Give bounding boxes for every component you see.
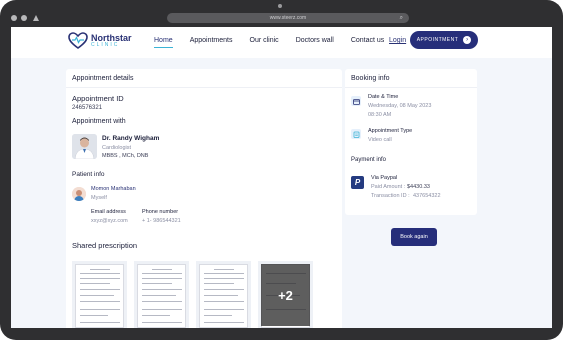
window-control-icon[interactable] bbox=[11, 15, 17, 21]
prescription-thumbnail[interactable] bbox=[134, 261, 189, 328]
phone-label: Phone number bbox=[142, 209, 179, 215]
phone-value: + 1- 986544321 bbox=[142, 218, 181, 224]
address-bar-text: www.steerz.com bbox=[269, 15, 307, 21]
paid-amount-label: Paid Amount : bbox=[371, 184, 406, 190]
brand-tagline: CLINIC bbox=[91, 42, 120, 48]
doctor-name: Dr. Randy Wigham bbox=[102, 135, 160, 142]
nav-links: Home Appointments Our clinic Doctors wal… bbox=[154, 37, 401, 48]
appointment-button-label: APPOINTMENT bbox=[416, 37, 459, 43]
patient-avatar bbox=[72, 187, 86, 201]
heart-stethoscope-icon bbox=[68, 32, 88, 49]
clipboard-icon bbox=[351, 129, 361, 139]
search-icon[interactable]: ⌕ bbox=[400, 13, 403, 23]
nav-link-doctors-wall[interactable]: Doctors wall bbox=[296, 37, 334, 48]
appointment-details-title: Appointment details bbox=[66, 69, 342, 88]
calendar-icon bbox=[351, 96, 361, 106]
email-label: Email address bbox=[91, 209, 126, 215]
doctor-avatar bbox=[72, 134, 97, 159]
nav-link-appointments[interactable]: Appointments bbox=[190, 37, 233, 48]
appointment-type-value: Video call bbox=[368, 137, 392, 143]
brand-logo[interactable]: Northstar CLINIC bbox=[68, 32, 132, 50]
doctor-degrees: MBBS , MCh, DNB bbox=[102, 153, 149, 159]
login-link[interactable]: Login bbox=[389, 37, 406, 44]
prescription-document-icon bbox=[75, 264, 124, 328]
arrow-right-icon: › bbox=[463, 36, 472, 44]
prescription-thumbnail[interactable] bbox=[72, 261, 127, 328]
payment-info-label: Payment info bbox=[351, 157, 387, 163]
appointment-with-label: Appointment with bbox=[72, 118, 126, 125]
address-bar[interactable]: www.steerz.com ⌕ bbox=[167, 13, 409, 23]
warning-icon bbox=[33, 15, 39, 21]
paypal-icon: P bbox=[351, 176, 364, 189]
patient-name: Momon Marhaban bbox=[91, 186, 136, 192]
book-again-button[interactable]: Book again bbox=[391, 228, 437, 246]
prescription-document-icon bbox=[137, 264, 186, 328]
nav-link-contact-us[interactable]: Contact us bbox=[351, 37, 384, 48]
date-time-label: Date & Time bbox=[368, 94, 399, 100]
prescription-thumbnails: +2 bbox=[72, 261, 320, 328]
time-value: 08:30 AM bbox=[368, 112, 392, 118]
appointment-button[interactable]: APPOINTMENT › bbox=[410, 31, 478, 49]
transaction-id-label: Transaction ID : bbox=[371, 193, 410, 199]
appointment-type-label: Appointment Type bbox=[368, 128, 413, 134]
booking-info-card: Booking info Date & Time Wednesday, 08 M… bbox=[345, 69, 477, 215]
web-page: Northstar CLINIC Home Appointments Our c… bbox=[11, 27, 552, 328]
nav-link-our-clinic[interactable]: Our clinic bbox=[250, 37, 279, 48]
nav-link-home[interactable]: Home bbox=[154, 37, 173, 48]
window-control-icon[interactable] bbox=[21, 15, 27, 21]
prescription-document-icon bbox=[199, 264, 248, 328]
more-prescriptions-count: +2 bbox=[261, 264, 310, 326]
prescription-more-thumbnail[interactable]: +2 bbox=[258, 261, 313, 328]
email-value: xxyz@xyz.com bbox=[91, 218, 128, 224]
doctor-specialty: Cardiologist bbox=[102, 145, 132, 151]
appointment-id-value: 246576321 bbox=[72, 105, 103, 111]
appointment-details-card: Appointment details Appointment ID 24657… bbox=[66, 69, 342, 328]
browser-toolbar: www.steerz.com ⌕ bbox=[11, 11, 552, 25]
paid-amount-value: $4430.33 bbox=[407, 184, 430, 190]
patient-info-label: Patient info bbox=[72, 171, 105, 178]
patient-relation: Myself bbox=[91, 195, 107, 201]
transaction-id-value: 437654322 bbox=[413, 193, 441, 199]
payment-method: Via Paypal bbox=[371, 175, 398, 181]
shared-prescription-label: Shared prescription bbox=[72, 241, 138, 250]
device-frame: www.steerz.com ⌕ Northstar CLINIC Home A… bbox=[0, 0, 563, 340]
camera-dot bbox=[278, 4, 282, 8]
booking-info-title: Booking info bbox=[345, 69, 477, 88]
prescription-thumbnail[interactable] bbox=[196, 261, 251, 328]
appointment-id-label: Appointment ID bbox=[72, 94, 124, 103]
top-navigation: Northstar CLINIC Home Appointments Our c… bbox=[11, 27, 552, 58]
date-value: Wednesday, 08 May 2023 bbox=[368, 103, 432, 109]
